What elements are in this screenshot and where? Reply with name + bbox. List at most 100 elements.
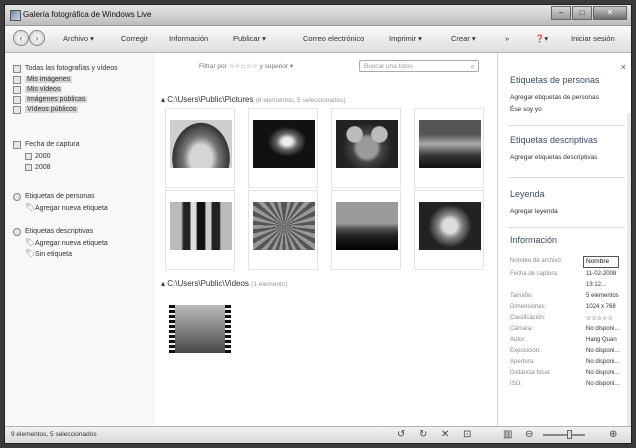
add-caption-link[interactable]: Agregar leyenda <box>510 208 558 215</box>
title-bar[interactable]: Galería fotográfica de Windows Live – □ … <box>5 5 631 26</box>
prop-key: Tamaño: <box>510 293 534 299</box>
sidebar-item-imagenes-publicas[interactable]: Imágenes públicas <box>13 96 88 104</box>
app-window: Galería fotográfica de Windows Live – □ … <box>4 4 632 444</box>
film-strip-icon <box>169 305 231 353</box>
photo-tile-jellyfish[interactable] <box>248 108 318 188</box>
people-tags-title: Etiquetas de personas <box>510 75 600 85</box>
sidebar-item-videos-publicos[interactable]: Vídeos públicos <box>13 106 79 114</box>
folder-icon <box>13 106 21 114</box>
sidebar-item-mis-videos[interactable]: Mis vídeos <box>13 86 63 94</box>
thumbnail-image <box>170 202 232 250</box>
window-title: Galería fotográfica de Windows Live <box>23 10 152 19</box>
nav-all-photos[interactable]: Todas las fotografías y vídeos <box>13 65 118 73</box>
prop-key: Apertura: <box>510 359 535 365</box>
nav-date-value: 2008 <box>35 164 51 171</box>
folder-icon <box>13 96 21 104</box>
nav-desc-tags[interactable]: Etiquetas descriptivas <box>13 228 93 236</box>
zoom-out-icon[interactable]: ⊖ <box>525 429 533 441</box>
sidebar-item-mis-imagenes[interactable]: Mis imágenes <box>13 76 73 84</box>
nav-date-taken[interactable]: Fecha de captura <box>13 141 80 149</box>
thumbnail-image <box>253 120 315 168</box>
tag-icon: 🏷 <box>25 249 36 258</box>
maximize-button[interactable]: □ <box>572 6 592 20</box>
photo-tile-hydrangeas[interactable] <box>414 190 484 270</box>
group-header-videos[interactable]: ▴ C:\Users\Public\Videos (1 elemento) <box>161 279 288 288</box>
menu-archivo[interactable]: Archivo ▾ <box>63 34 94 43</box>
nav-date-2008[interactable]: 2008 <box>25 164 51 171</box>
photo-tile-tulips[interactable] <box>165 108 235 188</box>
nav-untagged-label: Sin etiqueta <box>35 251 72 258</box>
prop-value: No disponi... <box>586 381 620 387</box>
slideshow-icon[interactable]: ⊡ <box>463 429 471 441</box>
rotate-right-icon[interactable]: ↻ <box>419 429 427 441</box>
filter-suffix[interactable]: y superior ▾ <box>260 63 294 70</box>
prop-key: Fecha de captura: <box>510 271 559 277</box>
menu-imprimir[interactable]: Imprimir ▾ <box>389 34 422 43</box>
sidebar-item-label: Imágenes públicas <box>25 96 88 103</box>
zoom-slider[interactable] <box>543 434 585 436</box>
prop-key: Dimensiones: <box>510 304 547 310</box>
group-count: (1 elemento) <box>251 281 288 288</box>
nav-people-tags[interactable]: Etiquetas de personas <box>13 193 95 201</box>
prop-key: Distancia focal: <box>510 370 551 376</box>
prop-key: ISO: <box>510 381 523 387</box>
forward-arrow-icon[interactable]: › <box>29 30 45 46</box>
group-path: C:\Users\Public\Pictures <box>167 95 254 104</box>
rotate-left-icon[interactable]: ↺ <box>397 429 405 441</box>
back-arrow-icon[interactable]: ‹ <box>13 30 29 46</box>
folder-icon <box>13 76 21 84</box>
menu-correo[interactable]: Correo electrónico <box>303 34 364 43</box>
nav-date-2000[interactable]: 2000 <box>25 153 51 160</box>
search-icon[interactable]: ⌕ <box>471 62 475 72</box>
scrollbar[interactable] <box>627 113 631 443</box>
photo-tile-penguins[interactable] <box>165 190 235 270</box>
signin-link[interactable]: Iniciar sesión <box>571 34 615 43</box>
divider <box>508 227 625 228</box>
filter-stars[interactable]: ☆☆☆☆☆ <box>229 63 258 70</box>
photo-tile-desert[interactable] <box>414 108 484 188</box>
nav-add-people-label: Agregar nueva etiqueta <box>35 205 108 212</box>
nav-date-label: Fecha de captura <box>25 141 80 148</box>
prop-value[interactable]: Hang Quan <box>586 337 617 343</box>
add-people-tags-link[interactable]: Agregar etiquetas de personas <box>510 94 599 101</box>
folder-icon <box>13 86 21 94</box>
nav-all-label: Todas las fotografías y vídeos <box>25 65 118 72</box>
thumbnail-image <box>170 120 232 168</box>
help-button[interactable]: ❓▾ <box>535 34 548 43</box>
prop-value: 13:12... <box>586 282 607 288</box>
photo-tile-koala[interactable] <box>331 108 401 188</box>
photo-tile-chrysanthemum[interactable] <box>248 190 318 270</box>
search-input[interactable]: Buscar una fotos ⌕ <box>359 60 479 72</box>
prop-value: No disponi... <box>586 370 620 376</box>
prop-key: Exposición: <box>510 348 541 354</box>
close-pane-icon[interactable]: × <box>621 62 626 72</box>
menu-crear[interactable]: Crear ▾ <box>451 34 476 43</box>
minimize-button[interactable]: – <box>551 6 571 20</box>
status-bar: 9 elementos, 5 seleccionados ↺ ↻ ✕ ⊡ ▥ ⊖… <box>5 426 631 443</box>
this-is-me-link[interactable]: Ése soy yo <box>510 106 542 113</box>
status-text: 9 elementos, 5 seleccionados <box>11 431 97 438</box>
photo-tile-lighthouse[interactable] <box>331 190 401 270</box>
photo-gallery-icon <box>10 10 21 21</box>
close-button[interactable]: ✕ <box>593 6 627 20</box>
view-toggle-icon[interactable]: ▥ <box>503 429 512 441</box>
rating-stars[interactable]: ☆☆☆☆☆ <box>586 315 613 322</box>
menu-informacion[interactable]: Información <box>169 34 208 43</box>
video-tile-bear[interactable] <box>165 293 235 373</box>
menu-corregir[interactable]: Corregir <box>121 34 148 43</box>
delete-icon[interactable]: ✕ <box>441 429 449 441</box>
menu-publicar[interactable]: Publicar ▾ <box>233 34 266 43</box>
tag-icon: 🏷 <box>25 203 36 212</box>
group-header-pictures[interactable]: ▴ C:\Users\Public\Pictures (8 elementos,… <box>161 95 346 104</box>
zoom-slider-handle[interactable] <box>567 430 572 439</box>
nav-untagged[interactable]: 🏷 Sin etiqueta <box>25 249 72 258</box>
nav-add-people-tag[interactable]: 🏷 Agregar nueva etiqueta <box>25 203 108 212</box>
info-title: Información <box>510 235 558 245</box>
rating-filter[interactable]: Filtrar por ☆☆☆☆☆ y superior ▾ <box>199 62 293 70</box>
zoom-in-icon[interactable]: ⊕ <box>609 429 617 441</box>
menu-more[interactable]: » <box>505 34 509 43</box>
filename-field[interactable]: Nombre <box>583 256 619 268</box>
add-desc-tags-link[interactable]: Agregar etiquetas descriptivas <box>510 154 597 161</box>
thumbnail-image <box>336 202 398 250</box>
nav-add-desc-tag[interactable]: 🏷 Agregar nueva etiqueta <box>25 238 108 247</box>
